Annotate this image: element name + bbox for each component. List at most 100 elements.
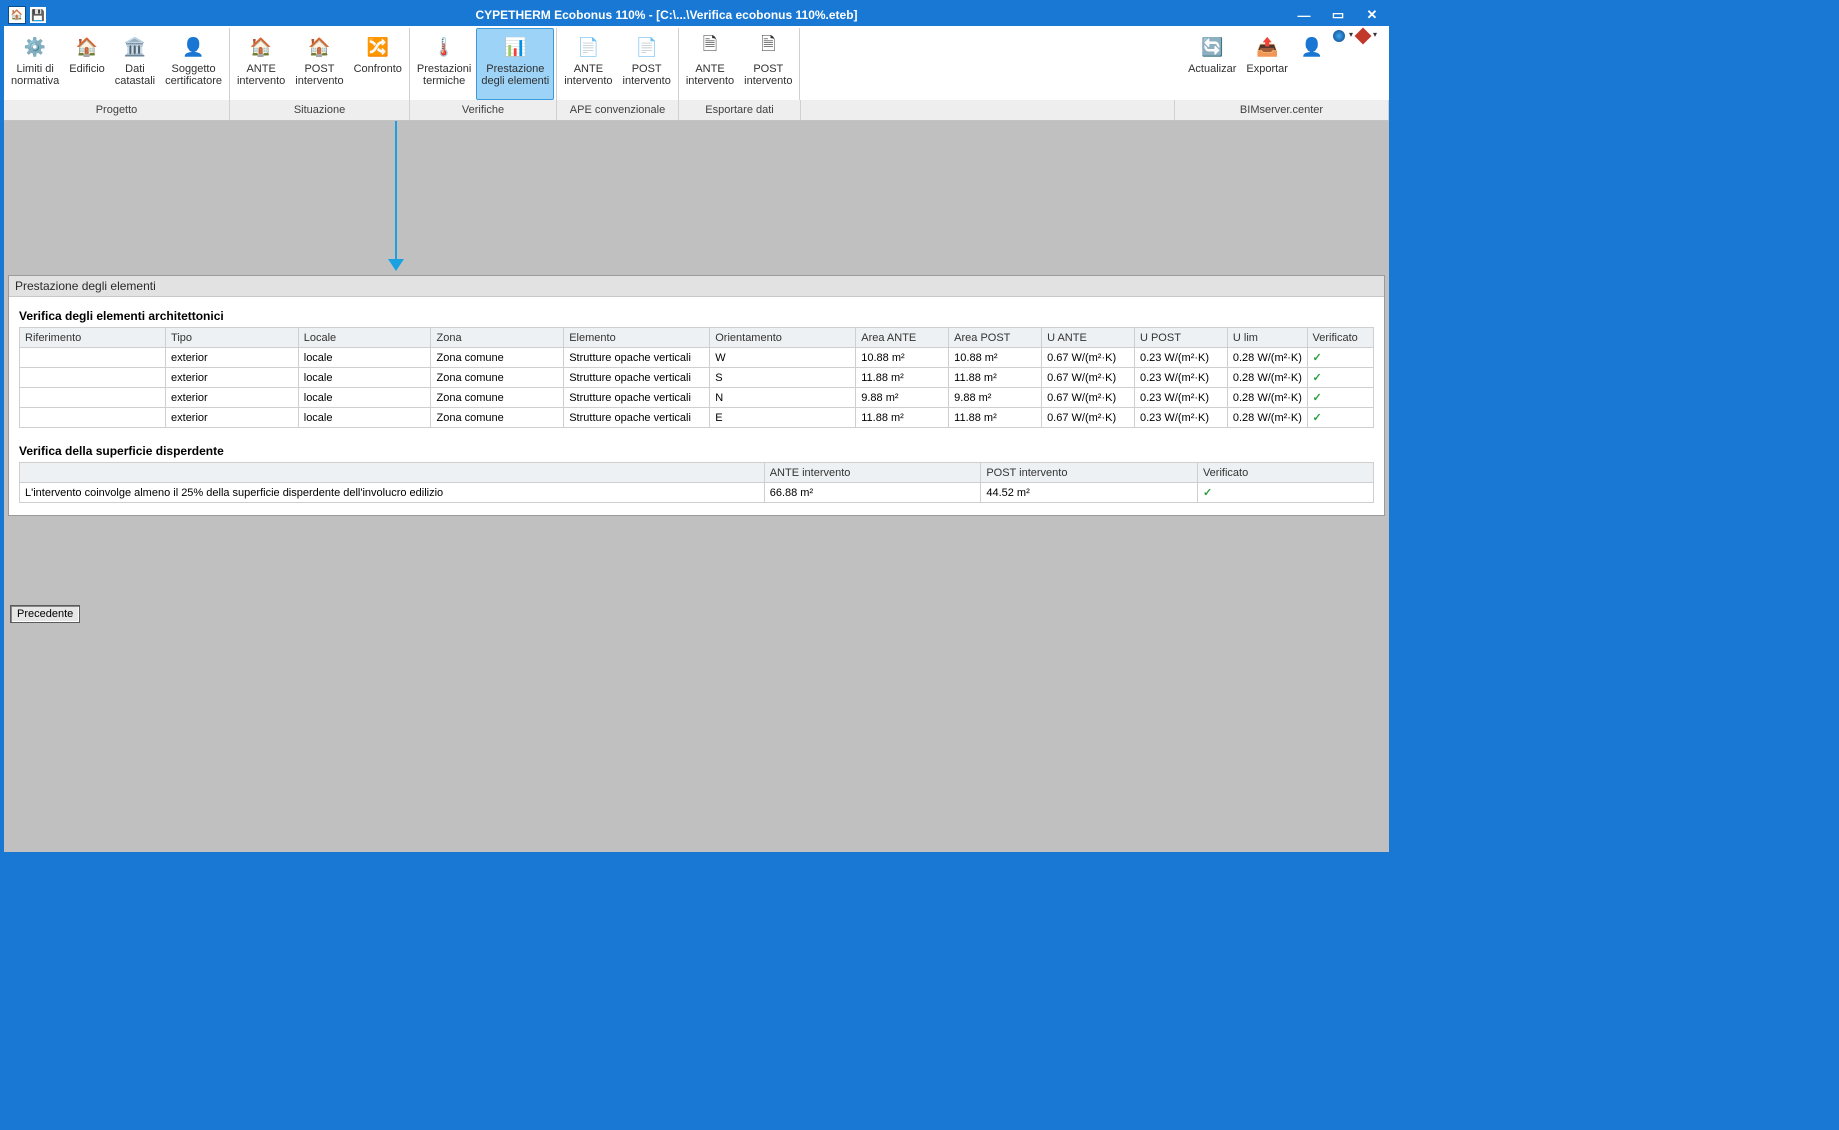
ante-intervento-sit-icon: 🏠 xyxy=(247,33,275,61)
ante-intervento-ape-icon: 📄 xyxy=(574,33,602,61)
ante-intervento-exp-button[interactable]: 🗎 ANTEintervento xyxy=(681,28,739,100)
prestazioni-termiche-icon: 🌡️ xyxy=(430,33,458,61)
user-icon: 👤 xyxy=(1298,33,1326,61)
results-panel: Prestazione degli elementi Verifica degl… xyxy=(8,275,1385,516)
ribbon-tab-progetto: Progetto xyxy=(4,100,230,120)
cell: Strutture opache verticali xyxy=(564,388,710,408)
dropdown-icon[interactable]: ▾ xyxy=(1373,30,1377,42)
minimize-button[interactable]: — xyxy=(1287,4,1321,26)
ribbon-group-esportare: 🗎 ANTEintervento 🗎POSTintervento xyxy=(679,28,801,100)
cell: Zona comune xyxy=(431,348,564,368)
cell: 10.88 m² xyxy=(949,348,1042,368)
surface-ante: 66.88 m² xyxy=(764,483,981,503)
titlebar: 🏠 💾 CYPETHERM Ecobonus 110% - [C:\...\Ve… xyxy=(4,4,1389,26)
ribbon-tab-bimserver: BIMserver.center xyxy=(1175,100,1389,120)
ribbon-label: Edificio xyxy=(69,63,104,75)
cell: ✓ xyxy=(1307,348,1373,368)
exportar-button[interactable]: 📤Exportar xyxy=(1241,28,1293,100)
dati-catastali-button[interactable]: 🏛️Daticatastali xyxy=(110,28,160,100)
table-row: exteriorlocaleZona comuneStrutture opach… xyxy=(20,348,1374,368)
column-header: Verificato xyxy=(1197,463,1373,483)
red-toggle-icon[interactable] xyxy=(1354,28,1371,45)
confronto-button[interactable]: 🔀Confronto xyxy=(349,28,407,100)
cell: exterior xyxy=(166,368,299,388)
cell: 9.88 m² xyxy=(949,388,1042,408)
cell: 0.67 W/(m²·K) xyxy=(1042,368,1135,388)
cell: E xyxy=(710,408,856,428)
ribbon-label: termiche xyxy=(423,75,465,87)
actualizar-button[interactable]: 🔄Actualizar xyxy=(1183,28,1241,100)
ribbon-label: ANTE xyxy=(574,63,603,75)
cell: 0.23 W/(m²·K) xyxy=(1134,408,1227,428)
post-intervento-sit-button[interactable]: 🏠POSTintervento xyxy=(290,28,348,100)
cell: 11.88 m² xyxy=(949,408,1042,428)
window-title: CYPETHERM Ecobonus 110% - [C:\...\Verifi… xyxy=(46,8,1287,22)
dropdown-icon[interactable]: ▾ xyxy=(1349,30,1353,42)
cell: 0.23 W/(m²·K) xyxy=(1134,348,1227,368)
cell: S xyxy=(710,368,856,388)
cell: locale xyxy=(298,368,431,388)
ribbon-label: ANTE xyxy=(695,63,724,75)
ribbon-tab-filler xyxy=(801,100,1175,120)
cell: 11.88 m² xyxy=(856,408,949,428)
dati-catastali-icon: 🏛️ xyxy=(121,33,149,61)
ribbon-label: intervento xyxy=(237,75,285,87)
table-row: L'intervento coinvolge almeno il 25% del… xyxy=(20,483,1374,503)
exportar-icon: 📤 xyxy=(1253,33,1281,61)
post-intervento-exp-icon: 🗎 xyxy=(754,33,782,61)
close-button[interactable]: ✕ xyxy=(1355,4,1389,26)
cell: 11.88 m² xyxy=(949,368,1042,388)
ribbon-label: Soggetto xyxy=(172,63,216,75)
cell: 0.28 W/(m²·K) xyxy=(1227,368,1307,388)
column-header: Tipo xyxy=(166,328,299,348)
ribbon-label: intervento xyxy=(564,75,612,87)
cell: 0.28 W/(m²·K) xyxy=(1227,388,1307,408)
table-row: exteriorlocaleZona comuneStrutture opach… xyxy=(20,388,1374,408)
ante-intervento-sit-button[interactable]: 🏠 ANTEintervento xyxy=(232,28,290,100)
cell: exterior xyxy=(166,388,299,408)
ante-intervento-ape-button[interactable]: 📄 ANTEintervento xyxy=(559,28,617,100)
ribbon-group-progetto: ⚙️Limiti dinormativa🏠Edificio🏛️Daticatas… xyxy=(4,28,230,100)
globe-icon[interactable] xyxy=(1333,30,1345,42)
maximize-button[interactable]: ▭ xyxy=(1321,4,1355,26)
limiti-normativa-button[interactable]: ⚙️Limiti dinormativa xyxy=(6,28,64,100)
cell: 0.67 W/(m²·K) xyxy=(1042,408,1135,428)
cell: ✓ xyxy=(1307,408,1373,428)
ribbon-group-ape: 📄ANTEintervento📄POSTintervento xyxy=(557,28,679,100)
content-area: Prestazione degli elementi Verifica degl… xyxy=(4,121,1389,852)
column-header: Area POST xyxy=(949,328,1042,348)
post-intervento-ape-button[interactable]: 📄POSTintervento xyxy=(618,28,676,100)
ante-intervento-exp-icon: 🗎 xyxy=(696,33,724,61)
precedente-button[interactable]: Precedente xyxy=(10,605,80,623)
cell: exterior xyxy=(166,348,299,368)
prestazione-elementi-button[interactable]: 📊Prestazionedegli elementi xyxy=(476,28,554,100)
ribbon-label: intervento xyxy=(623,75,671,87)
column-header: Locale xyxy=(298,328,431,348)
cell xyxy=(20,348,166,368)
elements-table: RiferimentoTipoLocaleZonaElementoOrienta… xyxy=(19,327,1374,428)
surface-desc: L'intervento coinvolge almeno il 25% del… xyxy=(20,483,765,503)
ribbon-label: intervento xyxy=(686,75,734,87)
section1-title: Verifica degli elementi architettonici xyxy=(19,309,1374,323)
limiti-normativa-icon: ⚙️ xyxy=(21,33,49,61)
confronto-icon: 🔀 xyxy=(364,33,392,61)
cell: Zona comune xyxy=(431,388,564,408)
ribbon-label: ANTE xyxy=(246,63,275,75)
edificio-button[interactable]: 🏠Edificio xyxy=(64,28,109,100)
user-status-button[interactable]: 👤 xyxy=(1293,28,1331,100)
panel-header: Prestazione degli elementi xyxy=(9,276,1384,297)
cell: locale xyxy=(298,388,431,408)
cell: 10.88 m² xyxy=(856,348,949,368)
ribbon-tab-verifiche: Verifiche xyxy=(410,100,557,120)
ribbon-label: catastali xyxy=(115,75,155,87)
cell: Strutture opache verticali xyxy=(564,408,710,428)
prestazioni-termiche-button[interactable]: 🌡️Prestazionitermiche xyxy=(412,28,476,100)
ribbon-label: Prestazione xyxy=(486,63,544,75)
post-intervento-exp-button[interactable]: 🗎POSTintervento xyxy=(739,28,797,100)
callout-arrow-line xyxy=(395,121,397,261)
soggetto-certificatore-button[interactable]: 👤Soggettocertificatore xyxy=(160,28,227,100)
column-header: ANTE intervento xyxy=(764,463,981,483)
save-icon[interactable]: 💾 xyxy=(30,7,46,23)
cell: 11.88 m² xyxy=(856,368,949,388)
cell xyxy=(20,388,166,408)
